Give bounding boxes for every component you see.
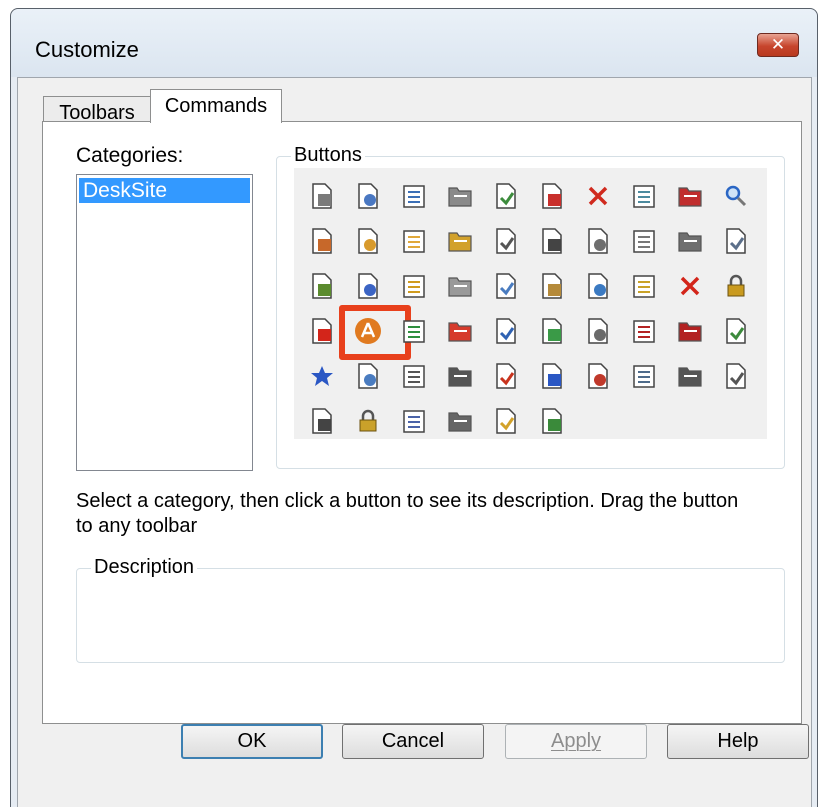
schedule-icon[interactable] bbox=[486, 356, 526, 396]
categories-label: Categories: bbox=[76, 144, 184, 167]
padlock-icon[interactable] bbox=[348, 401, 388, 441]
binoculars-icon[interactable] bbox=[486, 221, 526, 261]
apply-label: Apply bbox=[550, 730, 602, 752]
hand-document-icon[interactable] bbox=[532, 266, 572, 306]
buttons-group-label: Buttons bbox=[291, 144, 365, 167]
document-set-icon[interactable] bbox=[578, 266, 618, 306]
version-icon[interactable] bbox=[532, 356, 572, 396]
title-bar: Customize ✕ bbox=[11, 9, 817, 77]
ok-label: OK bbox=[237, 730, 267, 752]
find-document-icon[interactable] bbox=[440, 176, 480, 216]
commands-tab-panel: Categories: DeskSite Buttons Select a ca… bbox=[42, 121, 802, 724]
print-queue-icon[interactable] bbox=[440, 221, 480, 261]
properties-icon[interactable] bbox=[716, 356, 756, 396]
check-document-icon[interactable] bbox=[302, 266, 342, 306]
document-text-icon[interactable] bbox=[670, 356, 710, 396]
folder-open-icon[interactable] bbox=[348, 221, 388, 261]
refresh-document-icon[interactable] bbox=[394, 176, 434, 216]
lock-open-icon[interactable] bbox=[716, 266, 756, 306]
document-lines-icon[interactable] bbox=[348, 356, 388, 396]
ok-button[interactable]: OK bbox=[181, 724, 323, 759]
add-document-icon[interactable] bbox=[532, 311, 572, 351]
remove-document-icon[interactable] bbox=[302, 311, 342, 351]
delete-document-icon[interactable] bbox=[578, 176, 618, 216]
copy-icon[interactable] bbox=[440, 356, 480, 396]
folder-icon[interactable] bbox=[394, 221, 434, 261]
close-icon[interactable] bbox=[670, 266, 710, 306]
tab-label: Commands bbox=[164, 95, 268, 117]
cancel-label: Cancel bbox=[381, 730, 445, 752]
description-group: Description bbox=[76, 556, 785, 663]
pdf-icon[interactable] bbox=[440, 311, 480, 351]
paste-icon[interactable] bbox=[486, 266, 526, 306]
buttons-group: Buttons bbox=[276, 144, 785, 469]
print-icon[interactable] bbox=[302, 176, 342, 216]
document-compare-icon[interactable] bbox=[716, 311, 756, 351]
forward-document-icon[interactable] bbox=[348, 266, 388, 306]
mail-document-icon[interactable] bbox=[578, 221, 618, 261]
word-document-icon[interactable] bbox=[486, 311, 526, 351]
buttons-grid bbox=[294, 168, 767, 439]
list-icon[interactable] bbox=[394, 356, 434, 396]
edit-table-icon[interactable] bbox=[394, 401, 434, 441]
apply-button: Apply bbox=[505, 724, 647, 759]
window-title: Customize bbox=[35, 37, 139, 62]
favorite-star-icon[interactable] bbox=[302, 356, 342, 396]
copy-outline-icon[interactable] bbox=[440, 266, 480, 306]
tab-commands[interactable]: Commands bbox=[150, 89, 282, 123]
mail-merge-icon[interactable] bbox=[486, 401, 526, 441]
categories-list[interactable]: DeskSite bbox=[76, 174, 253, 471]
list-item[interactable]: DeskSite bbox=[79, 178, 250, 203]
refresh-green-icon[interactable] bbox=[394, 311, 434, 351]
database-document-icon[interactable] bbox=[624, 176, 664, 216]
instruction-text: Select a category, then click a button t… bbox=[76, 490, 739, 512]
stacked-documents-icon[interactable] bbox=[624, 221, 664, 261]
help-label: Help bbox=[717, 730, 759, 752]
description-group-label: Description bbox=[91, 556, 198, 579]
sync-icon[interactable] bbox=[532, 401, 572, 441]
cancel-button[interactable]: Cancel bbox=[342, 724, 484, 759]
password-field-icon[interactable] bbox=[302, 401, 342, 441]
help-button[interactable]: Help bbox=[667, 724, 809, 759]
edit-document-icon[interactable] bbox=[716, 221, 756, 261]
search-icon[interactable] bbox=[716, 176, 756, 216]
new-sparkle-icon[interactable] bbox=[440, 401, 480, 441]
pdf-document-icon[interactable] bbox=[624, 311, 664, 351]
print-preview-icon[interactable] bbox=[348, 176, 388, 216]
folder-photo-icon[interactable] bbox=[302, 221, 342, 261]
copy-document-icon[interactable] bbox=[532, 176, 572, 216]
dialog-body: Toolbars Commands Categories: DeskSite B… bbox=[17, 77, 812, 807]
approve-icon[interactable] bbox=[578, 356, 618, 396]
close-button[interactable]: ✕ bbox=[757, 33, 799, 57]
document-list-icon[interactable] bbox=[670, 176, 710, 216]
text-document-icon[interactable] bbox=[578, 311, 618, 351]
documents-icon[interactable] bbox=[670, 221, 710, 261]
document-user-icon[interactable] bbox=[624, 356, 664, 396]
pdf-export-icon[interactable] bbox=[670, 311, 710, 351]
acrobat-icon[interactable] bbox=[348, 311, 388, 351]
edit-pen-icon[interactable] bbox=[394, 266, 434, 306]
customize-dialog: Customize ✕ Toolbars Commands Categories… bbox=[10, 8, 818, 807]
new-document-icon[interactable] bbox=[624, 266, 664, 306]
search-folder-icon[interactable] bbox=[532, 221, 572, 261]
close-icon: ✕ bbox=[770, 35, 786, 55]
instruction-text-2: to any toolbar bbox=[76, 515, 198, 537]
document-export-icon[interactable] bbox=[486, 176, 526, 216]
